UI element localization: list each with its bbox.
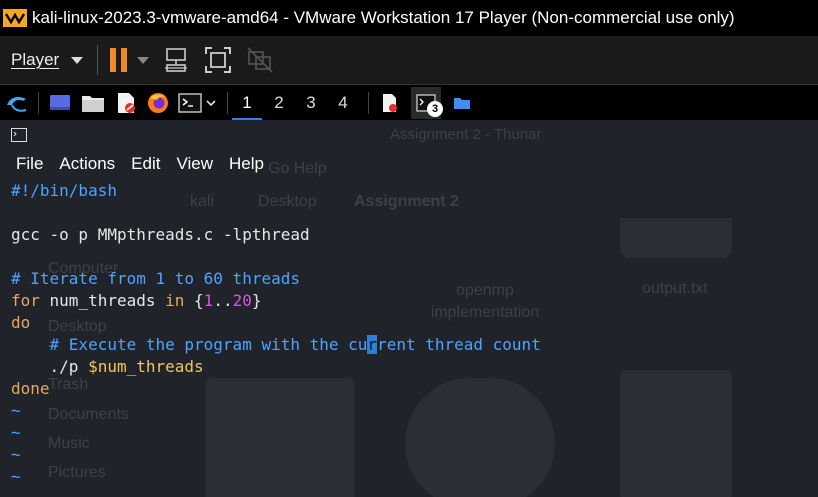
chevron-down-icon bbox=[71, 56, 84, 64]
terminal-launcher-button[interactable] bbox=[178, 91, 202, 115]
window-title-bar: kali-linux-2023.3-vmware-amd64 - VMware … bbox=[0, 0, 818, 36]
file-manager-button[interactable] bbox=[81, 91, 105, 115]
player-menu-button[interactable]: Player bbox=[11, 50, 84, 70]
fit-guest-button[interactable] bbox=[203, 45, 233, 75]
menu-help[interactable]: Help bbox=[229, 154, 264, 174]
pause-icon bbox=[110, 48, 117, 72]
firefox-icon bbox=[148, 92, 168, 113]
code-range-start: 1 bbox=[203, 291, 214, 310]
bg-file-output: output.txt bbox=[642, 280, 708, 297]
kali-panel: 1 2 3 4 3 bbox=[0, 85, 818, 120]
code-run-command: ./p bbox=[11, 357, 89, 376]
window-title: kali-linux-2023.3-vmware-amd64 - VMware … bbox=[32, 8, 735, 27]
code-do-keyword: do bbox=[11, 313, 31, 332]
code-range-sep: .. bbox=[213, 291, 233, 310]
file-manager-icon bbox=[82, 95, 104, 112]
code-comment-execute: # Execute the program with the cu bbox=[11, 335, 368, 354]
taskbar-text-editor[interactable] bbox=[381, 91, 399, 115]
code-for-keyword: for bbox=[11, 291, 40, 310]
send-ctrl-alt-del-button[interactable] bbox=[161, 45, 191, 75]
player-toolbar: Player bbox=[0, 36, 818, 85]
menu-actions[interactable]: Actions bbox=[59, 154, 115, 174]
kali-menu-button[interactable] bbox=[4, 91, 30, 115]
terminal-launcher-chevron[interactable] bbox=[205, 91, 217, 115]
desktop-area: Assignment 2 - Thunar Go Help kali Deskt… bbox=[0, 120, 818, 497]
unity-button[interactable] bbox=[245, 45, 275, 75]
terminal-menubar: File Actions Edit View Help bbox=[0, 150, 264, 178]
menu-view[interactable]: View bbox=[176, 154, 213, 174]
menu-file[interactable]: File bbox=[16, 154, 43, 174]
workspace-1[interactable]: 1 bbox=[232, 85, 262, 120]
pause-icon-bar bbox=[121, 48, 128, 72]
toolbar-divider bbox=[97, 45, 99, 75]
code-comment-execute-rest: rent thread count bbox=[377, 335, 541, 354]
kali-menu-icon bbox=[7, 96, 27, 112]
fit-guest-icon bbox=[205, 47, 232, 73]
terminal-window-icon bbox=[11, 128, 27, 142]
bg-file-icon bbox=[620, 218, 732, 258]
text-editor-icon bbox=[383, 93, 397, 112]
folder-icon bbox=[454, 97, 470, 109]
panel-divider bbox=[368, 91, 369, 114]
empty-line-marker: ~ bbox=[11, 401, 21, 420]
code-run-variable: $num_threads bbox=[88, 357, 204, 376]
panel-divider bbox=[38, 91, 39, 114]
bg-menu-fragment: Go Help bbox=[268, 160, 327, 177]
player-menu-label: Player bbox=[11, 50, 60, 69]
panel-divider bbox=[227, 91, 228, 114]
firefox-button[interactable] bbox=[147, 91, 169, 115]
taskbar-file-manager[interactable] bbox=[453, 91, 471, 115]
vmware-logo-icon bbox=[3, 9, 27, 27]
empty-line-marker: ~ bbox=[11, 423, 21, 442]
send-ctrl-alt-del-icon bbox=[165, 48, 188, 72]
pause-options-chevron-icon[interactable] bbox=[137, 56, 150, 64]
code-loop-variable: num_threads bbox=[39, 291, 166, 310]
code-comment-iterate: # Iterate from 1 to 60 threads bbox=[11, 269, 300, 288]
code-brace-close: } bbox=[251, 291, 262, 310]
terminal-editor-content[interactable]: #!/bin/bash gcc -o p MMpthreads.c -lpthr… bbox=[11, 180, 541, 488]
unity-icon bbox=[247, 47, 273, 73]
show-desktop-button[interactable] bbox=[49, 91, 71, 115]
empty-line-marker: ~ bbox=[11, 467, 21, 486]
text-editor-button[interactable] bbox=[115, 91, 137, 115]
code-done-keyword: done bbox=[11, 379, 50, 398]
taskbar-count-badge: 3 bbox=[427, 100, 443, 117]
code-compile-command: gcc -o p MMpthreads.c -lpthread bbox=[11, 225, 310, 244]
text-editor-icon bbox=[118, 92, 135, 113]
workspace-4[interactable]: 4 bbox=[328, 85, 358, 120]
pause-button[interactable] bbox=[110, 48, 128, 72]
bg-window-title: Assignment 2 - Thunar bbox=[390, 126, 542, 143]
code-in-keyword: in bbox=[165, 291, 185, 310]
chevron-down-icon bbox=[206, 99, 216, 106]
code-range-end: 20 bbox=[232, 291, 252, 310]
empty-line-marker: ~ bbox=[11, 445, 21, 464]
show-desktop-icon bbox=[50, 94, 70, 110]
workspace-2[interactable]: 2 bbox=[264, 85, 294, 120]
taskbar-terminal-group[interactable]: 3 bbox=[411, 86, 443, 119]
terminal-icon bbox=[178, 92, 202, 113]
menu-edit[interactable]: Edit bbox=[131, 154, 160, 174]
code-brace-open: { bbox=[184, 291, 204, 310]
bg-script-icon bbox=[620, 370, 732, 497]
workspace-3[interactable]: 3 bbox=[296, 85, 326, 120]
code-shebang: #!/bin/bash bbox=[11, 181, 117, 200]
text-cursor: r bbox=[367, 335, 378, 354]
